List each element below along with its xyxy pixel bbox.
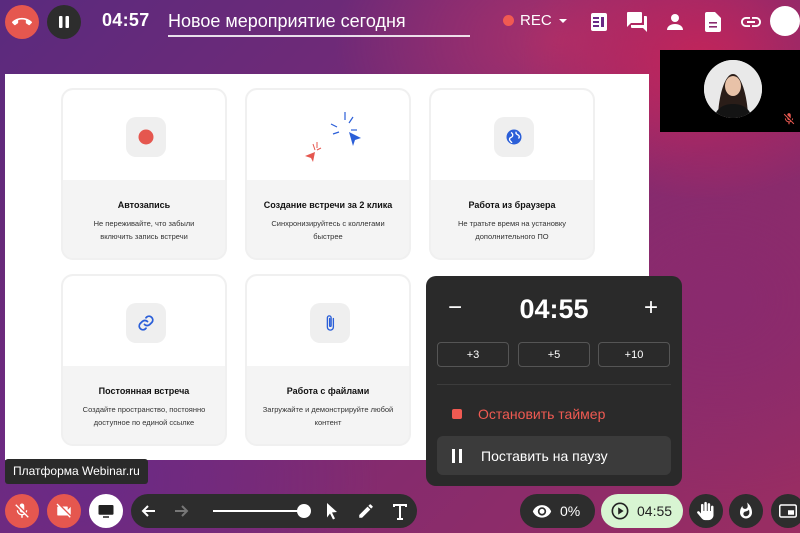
pointer-icon[interactable]: [324, 502, 340, 520]
hand-icon: [697, 501, 714, 521]
more-button[interactable]: [770, 6, 800, 36]
feature-card: Работа из браузера Не тратьте время на у…: [429, 88, 595, 260]
screen-share-button[interactable]: [89, 494, 123, 528]
copy-link-button[interactable]: [739, 10, 763, 34]
layout-button[interactable]: [771, 494, 800, 528]
text-tool-icon[interactable]: [392, 502, 408, 520]
agenda-icon: [591, 13, 607, 31]
brush-size-slider[interactable]: [213, 504, 311, 518]
pause-timer-button[interactable]: Поставить на паузу: [437, 436, 671, 475]
mic-off-icon: [783, 113, 795, 125]
redo-arrow-icon[interactable]: [174, 503, 190, 519]
rec-label: REC: [520, 12, 552, 29]
participants-button[interactable]: [663, 10, 687, 34]
card-title: Автозапись: [117, 200, 171, 210]
link-icon: [138, 315, 154, 331]
timer-button[interactable]: 04:55: [601, 494, 683, 528]
platform-label: Платформа Webinar.ru: [5, 459, 148, 484]
card-title: Создание встречи за 2 клика: [263, 200, 393, 210]
feature-card: Автозапись Не переживайте, что забыли вк…: [61, 88, 227, 260]
stop-icon: [452, 409, 462, 419]
rec-dropdown[interactable]: REC: [503, 12, 568, 29]
pause-icon: [59, 16, 69, 28]
chat-icon: [627, 12, 647, 32]
timer-increase-button[interactable]: +: [644, 294, 658, 322]
chevron-down-icon: [558, 18, 567, 23]
fire-icon: [740, 502, 752, 519]
meeting-title-field[interactable]: Новое мероприятие сегодня: [168, 8, 470, 37]
card-title: Постоянная встреча: [98, 386, 190, 396]
viewers-percent: 0%: [560, 503, 581, 519]
stop-timer-label: Остановить таймер: [478, 406, 606, 422]
card-title: Работа с файлами: [286, 386, 370, 396]
raise-hand-button[interactable]: [689, 494, 723, 528]
meeting-timer: 04:57: [102, 10, 150, 30]
picture-in-picture-icon: [779, 504, 797, 518]
card-description: Создайте пространство, постоянно доступн…: [82, 405, 206, 427]
files-button[interactable]: [701, 10, 725, 34]
card-description: Не тратьте время на установку дополнител…: [457, 219, 567, 241]
add-3-button[interactable]: +3: [437, 342, 509, 367]
meeting-title: Новое мероприятие сегодня: [168, 11, 406, 31]
rec-dot-icon: [503, 15, 514, 26]
add-5-button[interactable]: +5: [518, 342, 590, 367]
person-icon: [667, 14, 683, 30]
link-icon: [741, 17, 761, 27]
phone-hangup-icon: [12, 17, 32, 26]
reactions-button[interactable]: [729, 494, 763, 528]
record-icon: [138, 129, 154, 145]
card-description: Загружайте и демонстрируйте любой контен…: [262, 405, 394, 427]
globe-icon: [506, 129, 522, 145]
drawing-toolbar: [131, 494, 417, 528]
add-10-button[interactable]: +10: [598, 342, 670, 367]
hangup-button[interactable]: [5, 5, 39, 39]
camera-off-icon: [56, 503, 71, 518]
chat-button[interactable]: [625, 10, 649, 34]
self-video-tile[interactable]: [660, 50, 800, 132]
monitor-icon: [98, 505, 114, 518]
camera-toggle-button[interactable]: [47, 494, 81, 528]
viewers-button[interactable]: 0%: [520, 494, 595, 528]
card-title: Работа из браузера: [468, 200, 556, 210]
pause-timer-label: Поставить на паузу: [481, 447, 608, 464]
stop-timer-button[interactable]: Остановить таймер: [438, 400, 670, 428]
card-description: Синхронизируйтесь с коллегами быстрее: [271, 219, 385, 241]
microphone-toggle-button[interactable]: [5, 494, 39, 528]
card-description: Не переживайте, что забыли включить запи…: [93, 219, 195, 241]
document-icon: [705, 12, 721, 32]
feature-card: Постоянная встреча Создайте пространство…: [61, 274, 227, 446]
eye-icon: [532, 505, 552, 518]
feature-card: Работа с файлами Загружайте и демонстрир…: [245, 274, 411, 446]
play-circle-icon: [611, 502, 629, 520]
paperclip-icon: [326, 315, 335, 331]
cursor-click-icon: [305, 112, 361, 162]
pencil-icon[interactable]: [357, 502, 375, 520]
avatar: [704, 60, 762, 118]
person-photo-icon: [704, 60, 762, 118]
slider-handle[interactable]: [297, 504, 311, 518]
pause-icon: [452, 448, 462, 463]
feature-card: Создание встречи за 2 клика Синхронизиру…: [245, 88, 411, 260]
mic-off-icon: [15, 503, 29, 518]
pause-meeting-button[interactable]: [47, 5, 81, 39]
timer-popup: − 04:55 + +3 +5 +10 Остановить таймер По…: [426, 276, 682, 486]
undo-arrow-icon[interactable]: [140, 503, 156, 519]
agenda-button[interactable]: [587, 10, 611, 34]
timer-pill-value: 04:55: [637, 503, 673, 519]
divider: [437, 384, 671, 385]
